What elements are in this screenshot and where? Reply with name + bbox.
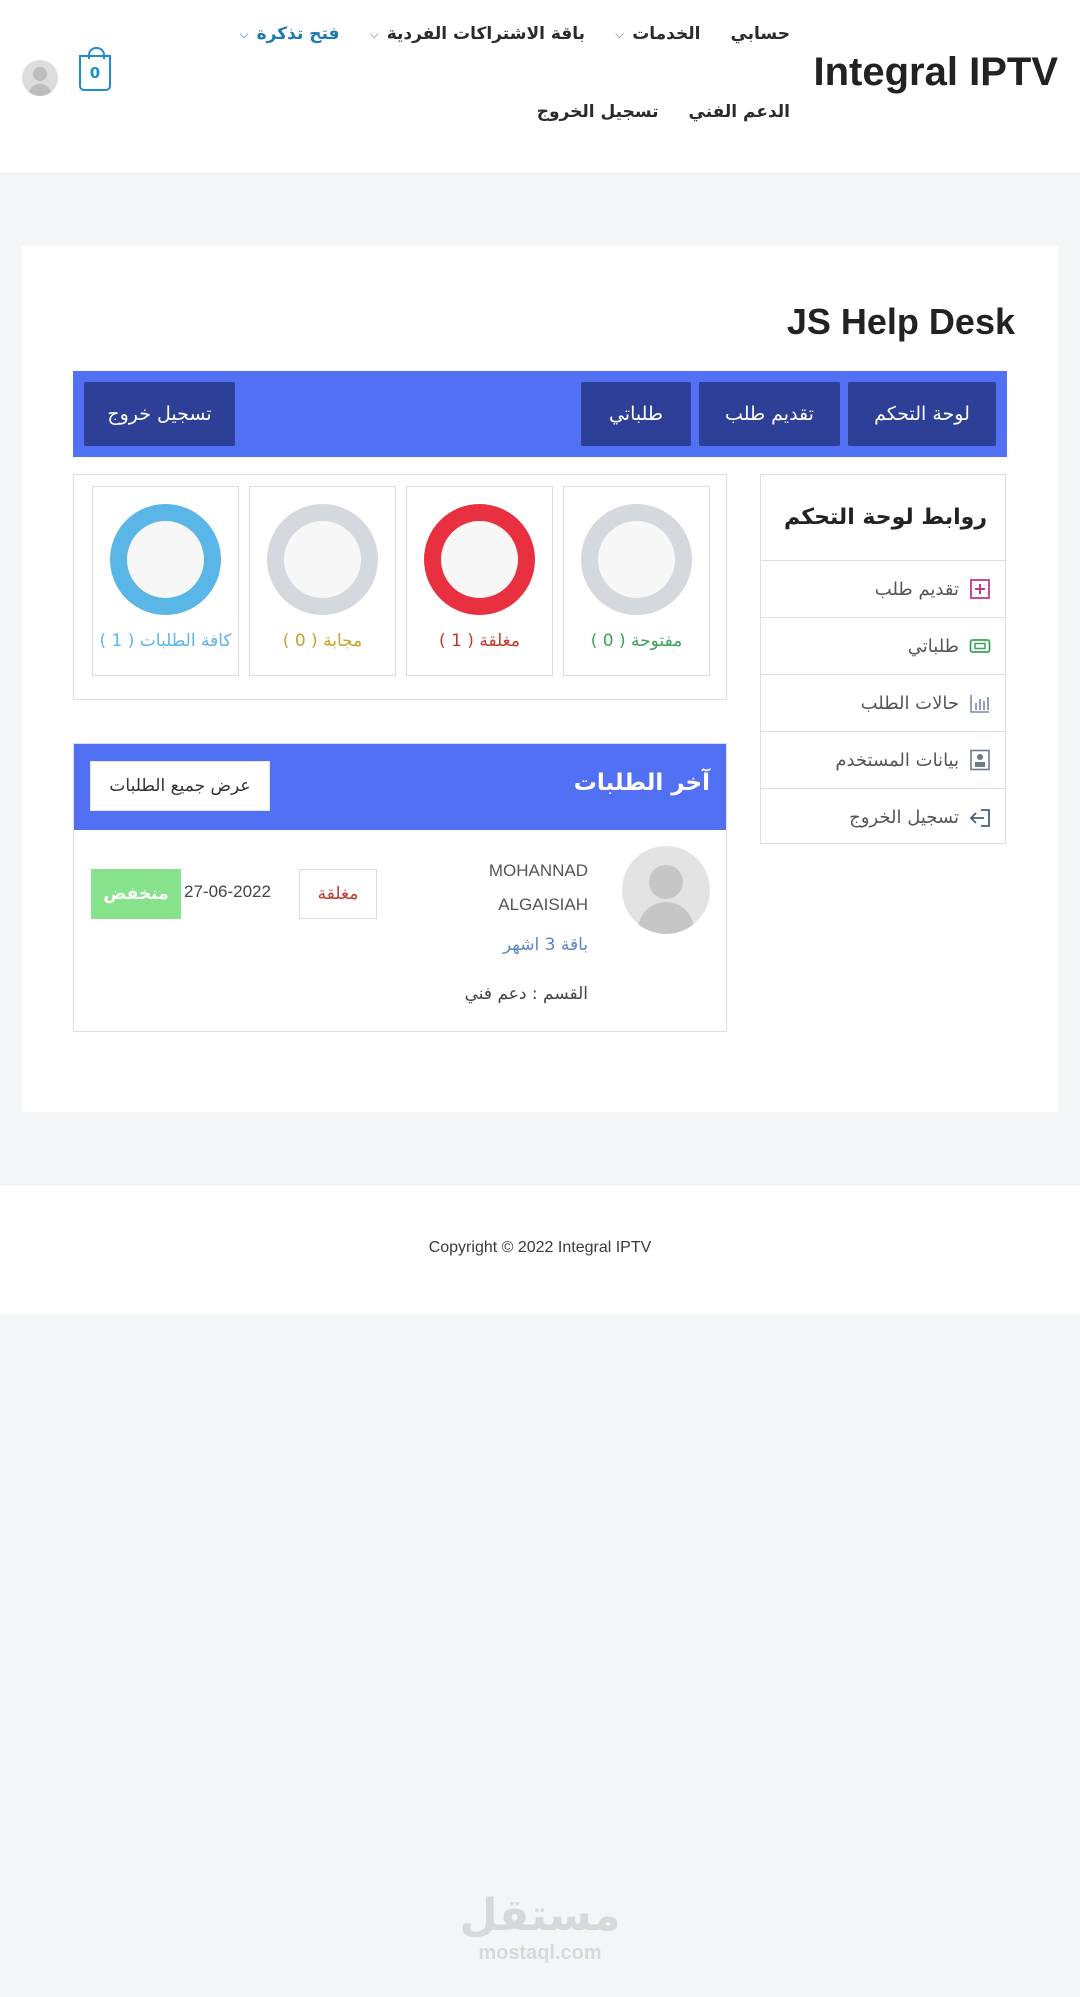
nav-open-ticket-label: فتح تذكرة xyxy=(256,24,340,44)
nav-services-label: الخدمات xyxy=(632,24,701,44)
stat-answered-label: مجابة ( 0 ) xyxy=(282,631,363,651)
link-logout-label: تسجيل الخروج xyxy=(849,807,959,828)
link-user-profile-label: بيانات المستخدم xyxy=(835,749,959,771)
watermark-arabic: مستقل xyxy=(459,1890,621,1941)
cart-count: 0 xyxy=(89,64,101,82)
link-ticket-status-label: حالات الطلب xyxy=(860,692,959,714)
nav-my-account[interactable]: حسابي xyxy=(730,24,790,44)
logout-icon xyxy=(969,807,991,829)
link-logout[interactable]: تسجيل الخروج xyxy=(761,789,1005,846)
bar-chart-icon xyxy=(969,692,991,714)
stat-all-ring xyxy=(110,504,221,615)
plus-square-icon xyxy=(969,578,991,600)
link-my-tickets-label: طلباتي xyxy=(907,635,959,657)
nav-support-label: الدعم الفني xyxy=(688,102,790,122)
ticket-date: 27-06-2022 xyxy=(184,882,271,901)
submit-ticket-button[interactable]: تقديم طلب xyxy=(699,382,840,446)
stat-open-ring xyxy=(581,504,692,615)
watermark-latin: mostaql.com xyxy=(478,1942,602,1964)
stat-closed[interactable]: مغلقة ( 1 ) xyxy=(406,486,553,676)
ticket-status-badge: مغلقة xyxy=(299,869,377,919)
dashboard-button[interactable]: لوحة التحكم xyxy=(848,382,996,446)
my-tickets-button[interactable]: طلباتي xyxy=(581,382,691,446)
ticket-department: القسم : دعم فني xyxy=(464,984,588,1004)
stat-answered-ring xyxy=(267,504,378,615)
helpdesk-toolbar: لوحة التحكم تقديم طلب طلباتي تسجيل خروج xyxy=(73,371,1007,457)
watermark-logo: مستقل mostaql.com xyxy=(0,1890,1080,1964)
site-brand[interactable]: Integral IPTV xyxy=(814,50,1059,95)
nav-individual-packages[interactable]: باقة الاشتراكات الفردية ⌵ xyxy=(370,24,586,44)
chevron-down-icon: ⌵ xyxy=(369,26,379,41)
latest-tickets: آخر الطلبات عرض جميع الطلبات MOHANNAD AL… xyxy=(73,743,727,1032)
secondary-nav: الدعم الفني تسجيل الخروج xyxy=(537,102,790,122)
ticket-user-name[interactable]: MOHANNAD ALGAISIAH xyxy=(448,854,588,922)
stat-open-label: مفتوحة ( 0 ) xyxy=(590,631,683,651)
stat-open[interactable]: مفتوحة ( 0 ) xyxy=(563,486,710,676)
nav-logout-label: تسجيل الخروج xyxy=(536,102,659,122)
copyright-text: Copyright © 2022 Integral IPTV xyxy=(428,1239,652,1256)
chevron-down-icon: ⌵ xyxy=(239,26,249,41)
main-content: JS Help Desk لوحة التحكم تقديم طلب طلبات… xyxy=(22,246,1058,1112)
stat-all-label: كافة الطلبات ( 1 ) xyxy=(99,631,232,651)
page-title: JS Help Desk xyxy=(786,301,1015,342)
site-header: Integral IPTV حسابي الخدمات ⌵ باقة الاشت… xyxy=(0,0,1080,174)
stat-closed-label: مغلقة ( 1 ) xyxy=(439,631,520,651)
chevron-down-icon: ⌵ xyxy=(615,26,625,41)
main-nav: حسابي الخدمات ⌵ باقة الاشتراكات الفردية … xyxy=(240,24,790,44)
view-all-tickets-button[interactable]: عرض جميع الطلبات xyxy=(90,761,270,811)
user-card-icon xyxy=(969,749,991,771)
link-submit-ticket[interactable]: تقديم طلب xyxy=(761,561,1005,618)
ticket-icon xyxy=(969,635,991,657)
link-ticket-status[interactable]: حالات الطلب xyxy=(761,675,1005,732)
ticket-user-name-line2: ALGAISIAH xyxy=(498,895,588,914)
stat-all[interactable]: كافة الطلبات ( 1 ) xyxy=(92,486,239,676)
nav-open-ticket[interactable]: فتح تذكرة ⌵ xyxy=(240,24,340,44)
stat-answered[interactable]: مجابة ( 0 ) xyxy=(249,486,396,676)
latest-tickets-header: آخر الطلبات عرض جميع الطلبات xyxy=(74,744,726,830)
link-submit-ticket-label: تقديم طلب xyxy=(874,578,959,600)
nav-individual-packages-label: باقة الاشتراكات الفردية xyxy=(386,24,586,44)
ticket-user-avatar xyxy=(622,846,710,934)
latest-tickets-title: آخر الطلبات xyxy=(573,770,710,796)
ticket-priority-badge: منخفض xyxy=(91,869,181,919)
stat-closed-ring xyxy=(424,504,535,615)
site-footer: Copyright © 2022 Integral IPTV xyxy=(0,1184,1080,1314)
ticket-user-name-line1: MOHANNAD xyxy=(488,861,588,880)
ticket-stats: مفتوحة ( 0 ) مغلقة ( 1 ) مجابة ( 0 ) كاف… xyxy=(73,474,727,700)
link-my-tickets[interactable]: طلباتي xyxy=(761,618,1005,675)
nav-support[interactable]: الدعم الفني xyxy=(689,102,790,122)
link-user-profile[interactable]: بيانات المستخدم xyxy=(761,732,1005,789)
nav-logout[interactable]: تسجيل الخروج xyxy=(537,102,659,122)
nav-services[interactable]: الخدمات ⌵ xyxy=(615,24,700,44)
nav-my-account-label: حسابي xyxy=(730,24,790,44)
user-avatar[interactable] xyxy=(22,60,58,96)
logout-button[interactable]: تسجيل خروج xyxy=(84,382,235,446)
dashboard-links: روابط لوحة التحكم تقديم طلب طلباتي حالات… xyxy=(760,474,1006,844)
ticket-subject-link[interactable]: باقة 3 اشهر xyxy=(503,935,588,955)
dashboard-links-title: روابط لوحة التحكم xyxy=(761,475,1005,561)
cart-icon[interactable]: 0 xyxy=(79,47,111,91)
